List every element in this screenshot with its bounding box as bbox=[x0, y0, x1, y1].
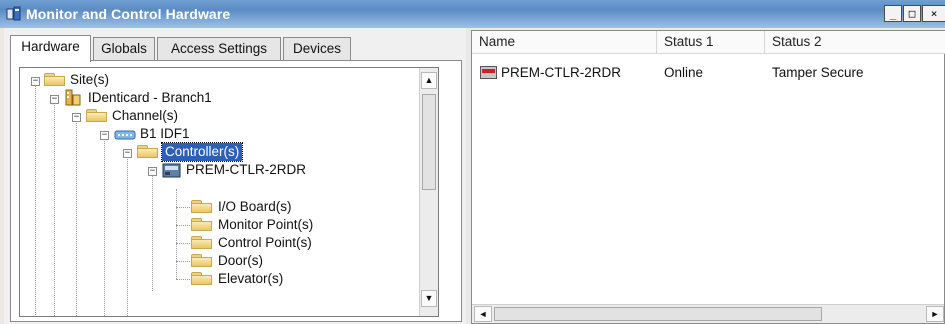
tree-node-channels[interactable]: Channel(s) bbox=[112, 107, 178, 125]
scroll-thumb[interactable] bbox=[422, 94, 436, 190]
tree-line bbox=[104, 135, 105, 316]
minimize-button[interactable]: _ bbox=[884, 5, 902, 22]
hardware-tree[interactable]: − Site(s) − IDenticard - Branch1 − Chann… bbox=[19, 67, 439, 317]
close-button[interactable]: × bbox=[922, 5, 945, 22]
folder-icon bbox=[44, 73, 66, 87]
title-bar[interactable]: Monitor and Control Hardware _ □ × bbox=[0, 0, 945, 28]
column-header-status1[interactable]: Status 1 bbox=[657, 31, 765, 53]
folder-icon bbox=[191, 272, 213, 286]
scroll-thumb[interactable] bbox=[494, 307, 822, 321]
controller-icon bbox=[480, 66, 497, 79]
tab-access-settings[interactable]: Access Settings bbox=[157, 37, 281, 61]
row-status2: Tamper Secure bbox=[772, 65, 864, 80]
tab-devices[interactable]: Devices bbox=[283, 37, 351, 61]
tree-node-doors[interactable]: Door(s) bbox=[218, 252, 263, 270]
controller-icon bbox=[162, 163, 181, 178]
monitor-control-window: Monitor and Control Hardware _ □ × Hardw… bbox=[0, 0, 945, 324]
hardware-tab-panel: − Site(s) − IDenticard - Branch1 − Chann… bbox=[10, 60, 462, 322]
tree-node-controllers[interactable]: Controller(s) bbox=[160, 142, 244, 162]
hardware-app-icon bbox=[6, 6, 21, 21]
scroll-left-button[interactable]: ◄ bbox=[474, 306, 492, 322]
collapse-toggle[interactable]: − bbox=[100, 131, 109, 140]
scroll-right-button[interactable]: ► bbox=[926, 306, 944, 322]
list-horizontal-scrollbar[interactable]: ◄ ► bbox=[472, 304, 944, 323]
tree-node-b1-idf1[interactable]: B1 IDF1 bbox=[140, 125, 190, 143]
collapse-toggle[interactable]: − bbox=[148, 167, 157, 176]
folder-icon bbox=[191, 236, 213, 250]
hardware-list-view[interactable]: Name Status 1 Status 2 PREM-CTLR-2RDR On… bbox=[471, 30, 945, 324]
row-name: PREM-CTLR-2RDR bbox=[501, 65, 622, 80]
tree-line bbox=[176, 225, 190, 226]
collapse-toggle[interactable]: − bbox=[123, 149, 132, 158]
network-icon bbox=[114, 130, 136, 140]
column-header-name[interactable]: Name bbox=[472, 31, 657, 53]
tree-node-control-points[interactable]: Control Point(s) bbox=[218, 234, 312, 252]
scroll-down-button[interactable]: ▼ bbox=[421, 290, 437, 307]
tree-line bbox=[127, 153, 128, 316]
folder-icon bbox=[137, 145, 159, 159]
tree-node-elevators[interactable]: Elevator(s) bbox=[218, 270, 283, 288]
table-row[interactable]: PREM-CTLR-2RDR Online Tamper Secure bbox=[472, 63, 945, 83]
tree-line bbox=[35, 81, 36, 316]
tree-line bbox=[152, 171, 153, 291]
tree-line bbox=[176, 243, 190, 244]
list-header: Name Status 1 Status 2 bbox=[472, 31, 945, 54]
tab-globals[interactable]: Globals bbox=[93, 37, 155, 61]
scroll-up-button[interactable]: ▲ bbox=[421, 72, 437, 89]
tree-line bbox=[176, 261, 190, 262]
folder-icon bbox=[191, 218, 213, 232]
folder-icon bbox=[191, 254, 213, 268]
tree-line bbox=[176, 279, 190, 280]
collapse-toggle[interactable]: − bbox=[72, 113, 81, 122]
tree-line bbox=[176, 189, 177, 279]
tree-line bbox=[54, 99, 55, 316]
tree-node-branch[interactable]: IDenticard - Branch1 bbox=[88, 89, 212, 107]
column-header-status2[interactable]: Status 2 bbox=[765, 31, 945, 53]
window-title: Monitor and Control Hardware bbox=[26, 6, 231, 22]
row-status1: Online bbox=[664, 65, 704, 80]
collapse-toggle[interactable]: − bbox=[31, 77, 40, 86]
maximize-button[interactable]: □ bbox=[903, 5, 921, 22]
tree-node-io-boards[interactable]: I/O Board(s) bbox=[218, 198, 292, 216]
tree-line bbox=[176, 207, 190, 208]
tree-line bbox=[76, 117, 77, 316]
collapse-toggle[interactable]: − bbox=[50, 95, 59, 104]
folder-icon bbox=[191, 200, 213, 214]
left-pane: Hardware Globals Access Settings Devices bbox=[4, 28, 466, 324]
folder-icon bbox=[86, 109, 108, 123]
tree-vertical-scrollbar[interactable]: ▲ ▼ bbox=[419, 68, 438, 316]
tree-node-controller[interactable]: PREM-CTLR-2RDR bbox=[186, 161, 306, 179]
branch-icon bbox=[65, 89, 81, 106]
tree-node-monitor-points[interactable]: Monitor Point(s) bbox=[218, 216, 313, 234]
tab-hardware[interactable]: Hardware bbox=[10, 35, 91, 62]
tree-node-sites[interactable]: Site(s) bbox=[70, 71, 109, 89]
